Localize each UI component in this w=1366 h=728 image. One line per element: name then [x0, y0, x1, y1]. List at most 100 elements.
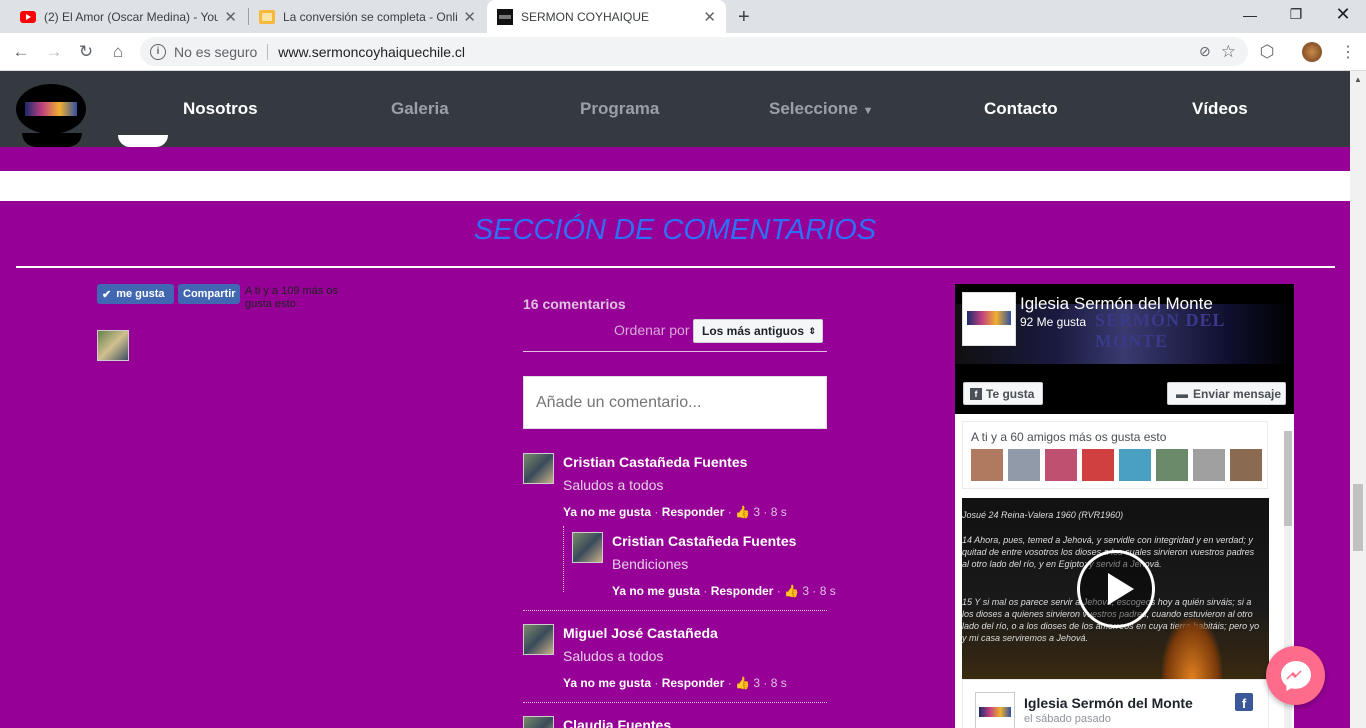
forward-icon[interactable]: →: [40, 38, 68, 66]
nav-programa[interactable]: Programa: [580, 99, 659, 119]
fb-friend-faces: [971, 449, 1262, 481]
nav-nosotros[interactable]: Nosotros: [183, 99, 258, 119]
restore-icon[interactable]: ❐: [1273, 0, 1319, 29]
comment-author[interactable]: Claudia Fuentes: [563, 717, 671, 728]
tab-conversion[interactable]: La conversión se completa - Online ✕: [249, 0, 486, 33]
new-tab-button[interactable]: +: [738, 6, 750, 29]
like-button[interactable]: ✔ me gusta: [97, 284, 174, 304]
friend-face[interactable]: [1045, 449, 1077, 481]
nav-seleccione-label: Seleccione: [769, 99, 858, 118]
post-time[interactable]: el sábado pasado: [1024, 713, 1111, 725]
tab-sermon[interactable]: SERMON COYHAIQUE ✕: [487, 0, 726, 33]
comment-author[interactable]: Cristian Castañeda Fuentes: [563, 454, 747, 470]
friend-face[interactable]: [971, 449, 1003, 481]
fb-send-message-button[interactable]: ▬ Enviar mensaje: [1167, 382, 1286, 405]
bookmark-star-icon[interactable]: ☆: [1221, 42, 1236, 62]
address-bar[interactable]: i No es seguro www.sermoncoyhaiquechile.…: [140, 37, 1248, 66]
reply-thread-line: [563, 526, 564, 592]
minimize-icon[interactable]: —: [1227, 0, 1273, 29]
share-button[interactable]: Compartir: [178, 284, 240, 304]
close-tab-icon[interactable]: ✕: [463, 8, 476, 26]
comments-count: 16 comentarios: [523, 296, 626, 312]
nav-contacto[interactable]: Contacto: [984, 99, 1058, 119]
post-avatar[interactable]: [975, 692, 1015, 728]
unlike-link[interactable]: Ya no me gusta: [563, 505, 651, 519]
unlike-link[interactable]: Ya no me gusta: [563, 676, 651, 690]
unlike-link[interactable]: Ya no me gusta: [612, 584, 700, 598]
comment-time[interactable]: 8 s: [820, 584, 836, 598]
friend-face[interactable]: [1008, 449, 1040, 481]
like-label: me gusta: [116, 288, 165, 300]
reply-link[interactable]: Responder: [711, 584, 774, 598]
browser-toolbar: ← → ↻ ⌂ i No es seguro www.sermoncoyhaiq…: [0, 33, 1366, 71]
home-icon[interactable]: ⌂: [104, 38, 132, 66]
comment-avatar[interactable]: [523, 624, 554, 655]
fb-like-page-button[interactable]: f Te gusta: [963, 382, 1043, 405]
like-count-text: A ti y a 109 más os gusta esto: [245, 285, 338, 310]
nav-galeria[interactable]: Galeria: [391, 99, 449, 119]
comment-avatar[interactable]: [572, 532, 603, 563]
fb-page-name[interactable]: Iglesia Sermón del Monte: [1020, 294, 1213, 314]
page-scroll-thumb[interactable]: [1353, 484, 1363, 551]
thumbs-up-icon: 👍: [784, 584, 800, 598]
friend-face[interactable]: [1193, 449, 1225, 481]
comment-time[interactable]: 8 s: [771, 505, 787, 519]
reply-link[interactable]: Responder: [662, 505, 725, 519]
fb-post-footer: Iglesia Sermón del Monte el sábado pasad…: [962, 679, 1269, 728]
friend-face[interactable]: [1230, 449, 1262, 481]
friend-avatar[interactable]: [97, 330, 129, 361]
reload-icon[interactable]: ↻: [72, 38, 100, 66]
fb-scroll-thumb[interactable]: [1284, 431, 1292, 526]
close-tab-icon[interactable]: ✕: [224, 8, 237, 26]
section-title: SECCIÓN DE COMENTARIOS: [473, 214, 877, 246]
candle-flame: [1162, 618, 1222, 679]
sort-select[interactable]: Los más antiguos ⇕: [693, 319, 823, 343]
sort-select-value: Los más antiguos: [702, 324, 805, 338]
nav-videos[interactable]: Vídeos: [1192, 99, 1248, 119]
comment-author[interactable]: Cristian Castañeda Fuentes: [612, 533, 796, 549]
scroll-up-icon[interactable]: ▲: [1354, 75, 1362, 84]
extension-icon[interactable]: ⬡: [1253, 38, 1281, 66]
page-scrollbar[interactable]: ▲: [1350, 71, 1366, 728]
tab-youtube[interactable]: (2) El Amor (Oscar Medina) - YouTube ✕: [10, 0, 247, 33]
info-icon[interactable]: i: [150, 43, 166, 60]
nav-seleccione[interactable]: Seleccione ▼: [769, 99, 873, 119]
youtube-icon: [20, 9, 36, 25]
comment-avatar[interactable]: [523, 716, 554, 728]
fb-video-post[interactable]: Josué 24 Reina-Valera 1960 (RVR1960) 14 …: [962, 498, 1269, 679]
post-page-name[interactable]: Iglesia Sermón del Monte: [1024, 695, 1193, 711]
menu-kebab-icon[interactable]: ⋮: [1334, 38, 1362, 66]
comment-time[interactable]: 8 s: [771, 676, 787, 690]
friend-face[interactable]: [1082, 449, 1114, 481]
comment-input[interactable]: [523, 376, 827, 429]
tab-title: (2) El Amor (Oscar Medina) - YouTube: [44, 9, 219, 24]
check-icon: ✔: [102, 288, 112, 301]
play-button-icon[interactable]: [1077, 550, 1155, 628]
messenger-chat-icon[interactable]: [1266, 646, 1325, 705]
fb-page-avatar[interactable]: [962, 292, 1016, 346]
reply-link[interactable]: Responder: [662, 676, 725, 690]
comment-text: Bendiciones: [612, 556, 689, 572]
comment-actions: Ya no me gusta · Responder · 👍 3 · 8 s: [612, 584, 836, 598]
site-logo[interactable]: [16, 84, 86, 134]
blocked-icon[interactable]: ⊘: [1199, 43, 1211, 60]
comment-author[interactable]: Miguel José Castañeda: [563, 625, 718, 641]
profile-avatar-icon[interactable]: [1298, 38, 1326, 66]
friend-face[interactable]: [1119, 449, 1151, 481]
omnibox-divider: [267, 43, 269, 60]
close-window-icon[interactable]: ✕: [1320, 0, 1366, 29]
facebook-logo-icon[interactable]: f: [1235, 693, 1253, 711]
facebook-f-icon: f: [970, 387, 982, 400]
back-icon[interactable]: ←: [7, 38, 35, 66]
comment-text: Saludos a todos: [563, 648, 664, 664]
comment-divider: [523, 702, 827, 703]
tab-strip: (2) El Amor (Oscar Medina) - YouTube ✕ L…: [0, 0, 1366, 33]
fb-like-page-label: Te gusta: [986, 386, 1035, 401]
friend-face[interactable]: [1156, 449, 1188, 481]
comment-avatar[interactable]: [523, 453, 554, 484]
site-icon: [497, 8, 513, 25]
comments-divider: [523, 351, 827, 352]
url-text[interactable]: www.sermoncoyhaiquechile.cl: [278, 44, 465, 60]
fb-friends-text: A ti y a 60 amigos más os gusta esto: [971, 430, 1167, 444]
close-tab-icon[interactable]: ✕: [703, 8, 716, 26]
